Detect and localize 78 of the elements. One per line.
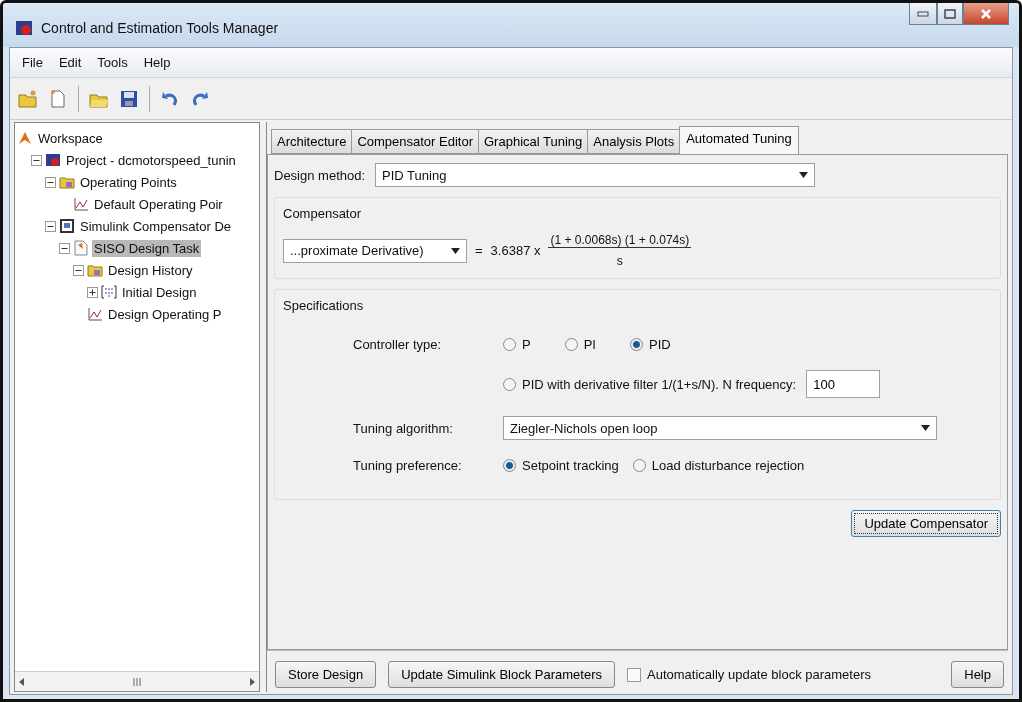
menu-item[interactable]: File <box>16 53 49 72</box>
tab[interactable]: Compensator Editor <box>351 129 479 154</box>
folder-icon <box>59 174 75 190</box>
tree-item[interactable]: Design History <box>106 261 195 279</box>
expand-toggle[interactable] <box>87 286 98 298</box>
dropdown-arrow-icon <box>921 425 930 431</box>
plot-icon <box>73 196 89 212</box>
denominator-text: s <box>616 253 623 268</box>
tab[interactable]: Graphical Tuning <box>478 129 589 154</box>
controller-type-radio[interactable]: PI <box>564 337 596 352</box>
window-title: Control and Estimation Tools Manager <box>41 20 280 36</box>
menu-item[interactable]: Tools <box>91 53 134 72</box>
controller-type-radio[interactable]: PID <box>629 337 671 352</box>
block-icon <box>59 218 75 234</box>
radio-button[interactable] <box>503 338 516 351</box>
tab[interactable]: Automated Tuning <box>679 126 799 154</box>
expand-toggle[interactable] <box>31 154 42 166</box>
group-title: Compensator <box>283 206 363 221</box>
tree-item[interactable]: Operating Points <box>78 173 179 191</box>
menu-item[interactable]: Help <box>137 53 177 72</box>
save-icon[interactable] <box>119 88 139 109</box>
store-design-button[interactable]: Store Design <box>275 661 377 688</box>
tree-item[interactable]: SISO Design Task <box>92 239 202 257</box>
expand-toggle[interactable] <box>73 264 84 276</box>
expand-toggle[interactable] <box>59 242 70 254</box>
radio-button[interactable] <box>632 459 646 472</box>
radio-button[interactable] <box>564 338 578 351</box>
group-title: Specifications <box>283 298 365 313</box>
radio-button[interactable] <box>629 338 643 351</box>
equals-sign: = <box>475 243 483 258</box>
help-button[interactable]: Help <box>951 661 1004 688</box>
radio-button[interactable] <box>503 377 516 391</box>
tree-item[interactable]: Project - dcmotorspeed_tunin <box>64 151 238 169</box>
close-icon[interactable] <box>980 7 992 20</box>
dropdown-arrow-icon <box>451 247 460 254</box>
tree-item[interactable]: Workspace <box>36 129 105 147</box>
design-method-dropdown[interactable]: PID Tuning <box>375 163 816 187</box>
tuning-algorithm-dropdown[interactable]: Ziegler-Nichols open loop <box>503 416 937 440</box>
tree-item[interactable]: Simulink Compensator De <box>78 217 233 235</box>
document-icon <box>73 240 89 256</box>
field-label: Tuning algorithm: <box>353 420 454 436</box>
project-icon <box>45 152 61 168</box>
new-document-icon[interactable] <box>48 88 68 109</box>
n-frequency-field[interactable]: 100 <box>806 370 881 398</box>
plot-icon <box>87 306 103 322</box>
scroll-left-icon[interactable] <box>19 677 25 686</box>
tree-item[interactable]: Default Operating Poir <box>92 195 225 213</box>
tree-item[interactable]: Initial Design <box>120 283 199 301</box>
expand-toggle[interactable] <box>45 176 56 188</box>
auto-update-checkbox[interactable]: Automatically update block parameters <box>627 667 872 682</box>
gain-text: 3.6387 x <box>490 243 541 258</box>
scroll-right-icon[interactable] <box>249 677 255 686</box>
field-label: Controller type: <box>353 337 443 352</box>
field-label: Tuning preference: <box>353 458 463 473</box>
tab[interactable]: Architecture <box>271 129 353 154</box>
expand-toggle[interactable] <box>45 220 56 232</box>
radio-button[interactable] <box>503 459 516 472</box>
minimize-icon[interactable] <box>917 10 929 17</box>
tuning-preference-radio[interactable]: Load disturbance rejection <box>632 458 805 473</box>
derivative-filter-radio[interactable]: PID with derivative filter 1/(1+s/N). N frequency: <box>503 376 797 392</box>
folder-icon <box>87 262 103 278</box>
update-compensator-button[interactable]: Update Compensator <box>851 510 1001 537</box>
tuning-preference-radio[interactable]: Setpoint tracking <box>503 458 619 473</box>
checkbox[interactable] <box>627 667 641 682</box>
tab[interactable]: Analysis Plots <box>587 129 681 154</box>
controller-type-radio[interactable]: P <box>503 337 531 352</box>
matrix-icon <box>101 284 117 300</box>
tree-item[interactable]: Design Operating P <box>106 305 224 323</box>
maximize-icon[interactable] <box>944 8 956 19</box>
compensator-form-dropdown[interactable]: ...proximate Derivative) <box>283 238 467 263</box>
menu-item[interactable]: Edit <box>52 53 88 72</box>
arrow-icon <box>17 130 33 146</box>
scroll-grip-icon[interactable] <box>133 677 141 686</box>
update-simulink-button[interactable]: Update Simulink Block Parameters <box>388 661 615 688</box>
numerator-text: (1 + 0.0068s) (1 + 0.074s) <box>548 233 692 248</box>
field-label: Design method: <box>274 167 366 183</box>
dropdown-arrow-icon <box>799 172 809 178</box>
app-icon <box>15 19 33 37</box>
